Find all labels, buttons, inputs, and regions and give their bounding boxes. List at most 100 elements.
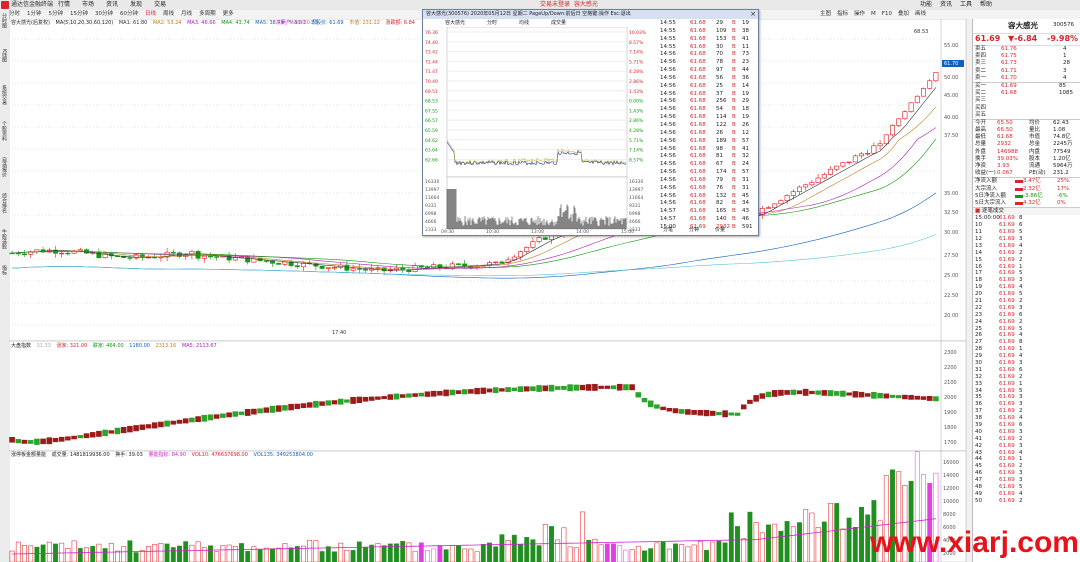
right-menu-item-1[interactable]: 资讯 (940, 1, 952, 8)
trade-row[interactable]: 39 61.69 6 (973, 422, 1080, 429)
period-tab-0[interactable]: 分时 (9, 11, 20, 17)
tick-row[interactable]: 14:55 61.68 29 B 19 (660, 20, 756, 28)
popup-title[interactable]: 容大感光(300576) 2020年05月12日 星期二 PageUp/Down… (423, 10, 758, 19)
tick-row[interactable]: 14:56 61.68 37 B 19 (660, 91, 756, 99)
side-tab-1[interactable]: K线图 (1, 49, 8, 75)
trade-row[interactable]: 16 61.69 1 (973, 264, 1080, 271)
tick-row[interactable]: 14:56 61.68 82 B 34 (660, 200, 756, 208)
trade-list[interactable]: 15:00:00 61.69 8 10 61.69 6 11 61.69 5 12 61.69 3 13… (973, 215, 1080, 504)
trade-row[interactable]: 22 61.69 3 (973, 305, 1080, 312)
trade-row[interactable]: 27 61.69 8 (973, 339, 1080, 346)
intraday-popup[interactable]: 容大感光(300576) 2020年05月12日 星期二 PageUp/Down… (422, 9, 759, 236)
chart-tool-3[interactable]: M (871, 11, 876, 17)
trade-row[interactable]: 19 61.69 4 (973, 284, 1080, 291)
tick-row[interactable]: 14:56 61.68 79 B 31 (660, 177, 756, 185)
tick-row[interactable]: 14:57 61.68 140 B 46 (660, 216, 756, 224)
trade-row[interactable]: 21 61.69 2 (973, 298, 1080, 305)
tick-row[interactable]: 14:56 61.68 25 B 14 (660, 83, 756, 91)
trade-row[interactable]: 46 61.69 3 (973, 470, 1080, 477)
trade-row[interactable]: 40 61.69 3 (973, 429, 1080, 436)
trade-row[interactable]: 18 61.69 3 (973, 277, 1080, 284)
chart-tools[interactable]: 主图 指标 操作 M F10 叠加 画线 (820, 10, 932, 19)
chart-tool-1[interactable]: 指标 (837, 11, 848, 17)
trade-row[interactable]: 42 61.69 3 (973, 443, 1080, 450)
trade-row[interactable]: 41 61.69 2 (973, 436, 1080, 443)
tick-row[interactable]: 14:56 61.68 26 B 12 (660, 130, 756, 138)
trade-row[interactable]: 49 61.69 4 (973, 491, 1080, 498)
chart-tool-0[interactable]: 主图 (820, 11, 831, 17)
trade-row[interactable]: 15:00:00 61.69 8 (973, 215, 1080, 222)
side-tab-5[interactable]: 综合排名 (1, 193, 8, 219)
right-menu-item-2[interactable]: 工具 (960, 1, 972, 8)
trade-row[interactable]: 26 61.69 4 (973, 332, 1080, 339)
trade-row[interactable]: 23 61.69 6 (973, 312, 1080, 319)
trade-row[interactable]: 34 61.69 5 (973, 388, 1080, 395)
menu-item-0[interactable]: 行情 (58, 1, 70, 8)
trade-row[interactable]: 29 61.69 4 (973, 353, 1080, 360)
side-tab-3[interactable]: 个股资料 (1, 121, 8, 147)
trade-row[interactable]: 48 61.69 5 (973, 484, 1080, 491)
period-tab-5[interactable]: 60分钟 (120, 11, 138, 17)
menu-item-1[interactable]: 市场 (82, 1, 94, 8)
trade-row[interactable]: 44 61.69 1 (973, 456, 1080, 463)
trade-row[interactable]: 35 61.69 3 (973, 394, 1080, 401)
tick-row[interactable]: 14:56 61.68 114 B 19 (660, 114, 756, 122)
right-menu-item-0[interactable]: 功能 (920, 1, 932, 8)
tick-table[interactable]: 14:55 61.68 29 B 19 14:55 61.68 109 B 38 14:55 61.6… (660, 20, 756, 232)
trade-row[interactable]: 31 61.69 6 (973, 367, 1080, 374)
chart-tool-6[interactable]: 画线 (915, 11, 926, 17)
right-menu[interactable]: 功能 资讯 工具 帮助 (920, 0, 1000, 10)
period-tab-4[interactable]: 30分钟 (95, 11, 113, 17)
tick-row[interactable]: 14:55 61.68 30 B 11 (660, 44, 756, 52)
tick-row[interactable]: 14:57 61.68 165 B 43 (660, 208, 756, 216)
trade-row[interactable]: 17 61.69 5 (973, 270, 1080, 277)
side-tab-4[interactable]: 自选报价 (1, 157, 8, 183)
popup-bottom-tab-2[interactable]: 价量 (715, 227, 725, 233)
tick-row[interactable]: 14:56 61.68 174 B 57 (660, 169, 756, 177)
chart-tool-4[interactable]: F10 (882, 11, 892, 17)
tick-row[interactable]: 14:56 61.68 56 B 36 (660, 75, 756, 83)
main-menu[interactable]: 行情 市场 资讯 发现 交易 (58, 0, 178, 10)
trade-row[interactable]: 30 61.69 3 (973, 360, 1080, 367)
tick-row[interactable]: 14:56 61.68 256 B 29 (660, 98, 756, 106)
tick-row[interactable]: 14:56 61.68 132 B 45 (660, 193, 756, 201)
period-tab-9[interactable]: 多周期 (199, 11, 216, 17)
side-tab-0[interactable]: 分时图 (1, 13, 8, 39)
period-tab-1[interactable]: 1分钟 (27, 11, 42, 17)
tick-row[interactable]: 14:56 61.68 78 B 23 (660, 59, 756, 67)
popup-tab-2[interactable]: 均线 (519, 20, 529, 26)
tick-row[interactable]: 14:56 61.68 67 B 24 (660, 161, 756, 169)
popup-bottom-tab-0[interactable]: 分笔 (663, 227, 673, 233)
tick-row[interactable]: 14:56 61.68 189 B 57 (660, 138, 756, 146)
side-tab-7[interactable]: 指标 (1, 265, 8, 291)
trade-row[interactable]: 11 61.69 5 (973, 229, 1080, 236)
tick-row[interactable]: 14:56 61.68 81 B 32 (660, 153, 756, 161)
trade-row[interactable]: 36 61.69 3 (973, 401, 1080, 408)
tick-row[interactable]: 14:55 61.68 153 B 41 (660, 36, 756, 44)
trade-row[interactable]: 13 61.69 4 (973, 243, 1080, 250)
trade-row[interactable]: 43 61.69 4 (973, 450, 1080, 457)
trade-row[interactable]: 47 61.69 3 (973, 477, 1080, 484)
period-tab-7[interactable]: 周线 (163, 11, 174, 17)
side-tab-2[interactable]: 系统交易 (1, 85, 8, 111)
trade-row[interactable]: 12 61.69 3 (973, 236, 1080, 243)
chart-tool-5[interactable]: 叠加 (898, 11, 909, 17)
trade-row[interactable]: 25 61.69 5 (973, 326, 1080, 333)
trade-row[interactable]: 24 61.69 2 (973, 319, 1080, 326)
trade-row[interactable]: 28 61.69 1 (973, 346, 1080, 353)
right-menu-item-3[interactable]: 帮助 (980, 1, 992, 8)
tick-row[interactable]: 14:56 61.68 97 B 44 (660, 67, 756, 75)
popup-tab-1[interactable]: 分时 (487, 20, 497, 26)
tick-row[interactable]: 14:55 61.68 109 B 38 (660, 28, 756, 36)
trade-row[interactable]: 50 61.69 2 (973, 498, 1080, 505)
chart-tool-2[interactable]: 操作 (854, 11, 865, 17)
tick-row[interactable]: 14:56 61.68 76 B 31 (660, 185, 756, 193)
popup-tab-0[interactable]: 容大感光 (445, 20, 465, 26)
period-tab-3[interactable]: 15分钟 (70, 11, 88, 17)
trade-row[interactable]: 10 61.69 6 (973, 222, 1080, 229)
menu-item-2[interactable]: 资讯 (106, 1, 118, 8)
trade-row[interactable]: 32 61.69 2 (973, 374, 1080, 381)
period-tab-8[interactable]: 月线 (181, 11, 192, 17)
side-tab-6[interactable]: 牛股选股 (1, 229, 8, 255)
trade-row[interactable]: 20 61.69 5 (973, 291, 1080, 298)
